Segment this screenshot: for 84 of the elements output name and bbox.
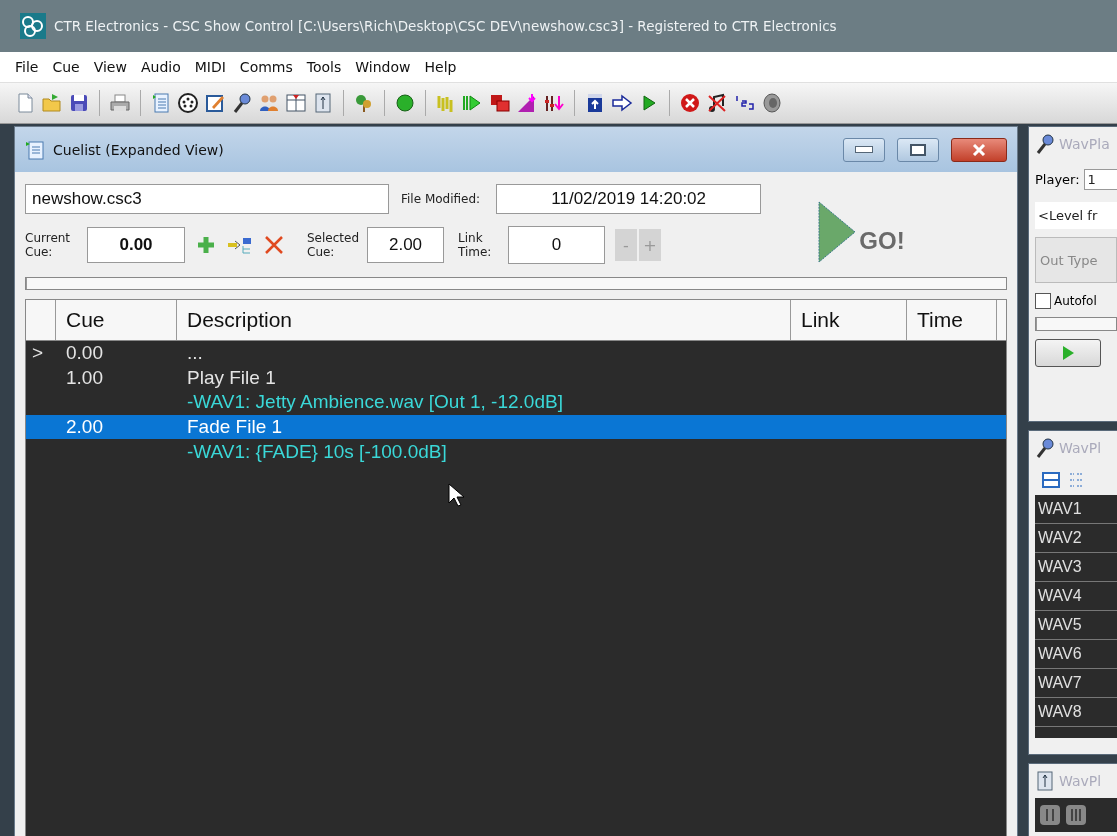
- stop-icon[interactable]: [679, 92, 701, 114]
- player-list-item[interactable]: WAV7: [1035, 669, 1117, 699]
- go-button[interactable]: GO!: [817, 200, 907, 264]
- file-modified-field[interactable]: 11/02/2019 14:20:02: [496, 184, 762, 214]
- columns-icon[interactable]: [1065, 804, 1087, 827]
- window-title: Cuelist (Expanded View): [53, 141, 225, 158]
- single-view-icon[interactable]: [1041, 471, 1061, 490]
- play-icon: [1061, 345, 1075, 361]
- cue-action-detail: -WAV1: Jetty Ambience.wav [Out 1, -12.0dB]: [186, 391, 564, 414]
- panel-icon[interactable]: [312, 92, 334, 114]
- file-modified-label: File Modified:: [401, 192, 481, 206]
- player-list-item[interactable]: WAV3: [1035, 553, 1117, 583]
- menu-item[interactable]: View: [86, 57, 134, 77]
- play-button[interactable]: [1035, 339, 1101, 367]
- delete-icon[interactable]: [263, 234, 285, 256]
- cue-action-detail: -WAV1: {FADE} 10s [-100.0dB]: [186, 440, 448, 463]
- player-list-item[interactable]: WAV8: [1035, 698, 1117, 728]
- cue-row[interactable]: > 0.00 ...: [26, 341, 1006, 366]
- autofollow-label: Autofol: [1054, 294, 1097, 308]
- connector-icon[interactable]: [177, 92, 199, 114]
- autofollow-checkbox[interactable]: [1035, 293, 1051, 309]
- app-title: CTR Electronics - CSC Show Control [C:\Users\Rich\Desktop\CSC DEV\newshow.csc3] - Registered to CTR Electronics: [54, 18, 837, 34]
- menu-item[interactable]: Comms: [232, 57, 300, 77]
- record-dot-icon[interactable]: [394, 92, 416, 114]
- insert-link-icon[interactable]: [227, 235, 253, 255]
- cue-number: 2.00: [65, 416, 104, 439]
- cue-description: Fade File 1: [186, 416, 284, 439]
- panel-title: WavPl: [1059, 440, 1102, 457]
- player-field[interactable]: 1: [1083, 169, 1117, 190]
- save-icon[interactable]: [68, 92, 90, 114]
- selected-cue-label: Selected Cue:: [307, 231, 357, 259]
- cue-number: 0.00: [65, 342, 104, 365]
- selected-cue-field[interactable]: 2.00: [367, 227, 444, 263]
- close-icon: [972, 143, 986, 156]
- menu-item[interactable]: MIDI: [187, 57, 233, 77]
- close-button[interactable]: [951, 137, 1007, 162]
- right-arrow-icon[interactable]: [611, 92, 633, 114]
- file-name-field[interactable]: newshow.csc3: [25, 184, 389, 214]
- columns-icon[interactable]: [1039, 804, 1061, 827]
- menu-item[interactable]: Window: [348, 57, 418, 77]
- panel-icon: [1035, 771, 1055, 792]
- link-time-field[interactable]: 0: [508, 226, 605, 264]
- table-icon[interactable]: [285, 92, 307, 114]
- player-list-item[interactable]: WAV5: [1035, 611, 1117, 641]
- triangle-down-icon[interactable]: [516, 92, 538, 114]
- column-header[interactable]: Link: [791, 300, 907, 340]
- out-type-box: Out Type: [1035, 237, 1117, 283]
- level-field[interactable]: <Level fr: [1035, 202, 1117, 229]
- current-cue-field[interactable]: 0.00: [87, 227, 185, 263]
- panel-title: WavPla: [1059, 136, 1110, 152]
- cue-number: 1.00: [65, 366, 104, 389]
- cue-row[interactable]: 1.00 Play File 1: [26, 365, 1006, 391]
- link-time-label: Link Time:: [458, 231, 493, 259]
- column-header[interactable]: Time: [907, 300, 997, 340]
- cue-row[interactable]: 2.00 Fade File 1: [26, 414, 1006, 440]
- column-header[interactable]: Cue: [56, 300, 177, 340]
- speaker-icon[interactable]: [760, 92, 782, 114]
- player-list-item[interactable]: WAV4: [1035, 582, 1117, 612]
- open-folder-icon[interactable]: [41, 92, 63, 114]
- app-logo-icon: [20, 13, 46, 39]
- mouse-cursor-icon: [448, 483, 464, 507]
- menu-item[interactable]: Audio: [133, 57, 188, 77]
- go-triangle-icon: [817, 200, 857, 264]
- current-cue-marker: >: [31, 342, 45, 365]
- column-header[interactable]: Description: [177, 300, 791, 340]
- muted-note-icon[interactable]: [706, 92, 728, 114]
- menu-item[interactable]: File: [8, 57, 46, 77]
- edit-icon[interactable]: [204, 92, 226, 114]
- cuelist-icon: [25, 139, 45, 160]
- menu-item[interactable]: Help: [417, 57, 464, 77]
- menu-item[interactable]: Cue: [45, 57, 87, 77]
- menu-item[interactable]: Tools: [299, 57, 349, 77]
- panel-title: WavPl: [1059, 773, 1102, 790]
- player-list-item[interactable]: WAV2: [1035, 524, 1117, 554]
- current-cue-label: Current Cue:: [25, 231, 72, 259]
- player-list-item[interactable]: WAV1: [1035, 495, 1117, 525]
- player-label: Player:: [1035, 172, 1080, 187]
- minimize-button[interactable]: [843, 137, 885, 162]
- cue-description: ...: [186, 342, 204, 365]
- stacked-squares-icon[interactable]: [489, 92, 511, 114]
- player-list-item[interactable]: WAV6: [1035, 640, 1117, 670]
- printer-icon[interactable]: [109, 92, 131, 114]
- cue-description: Play File 1: [186, 366, 277, 389]
- maximize-button[interactable]: [897, 137, 939, 162]
